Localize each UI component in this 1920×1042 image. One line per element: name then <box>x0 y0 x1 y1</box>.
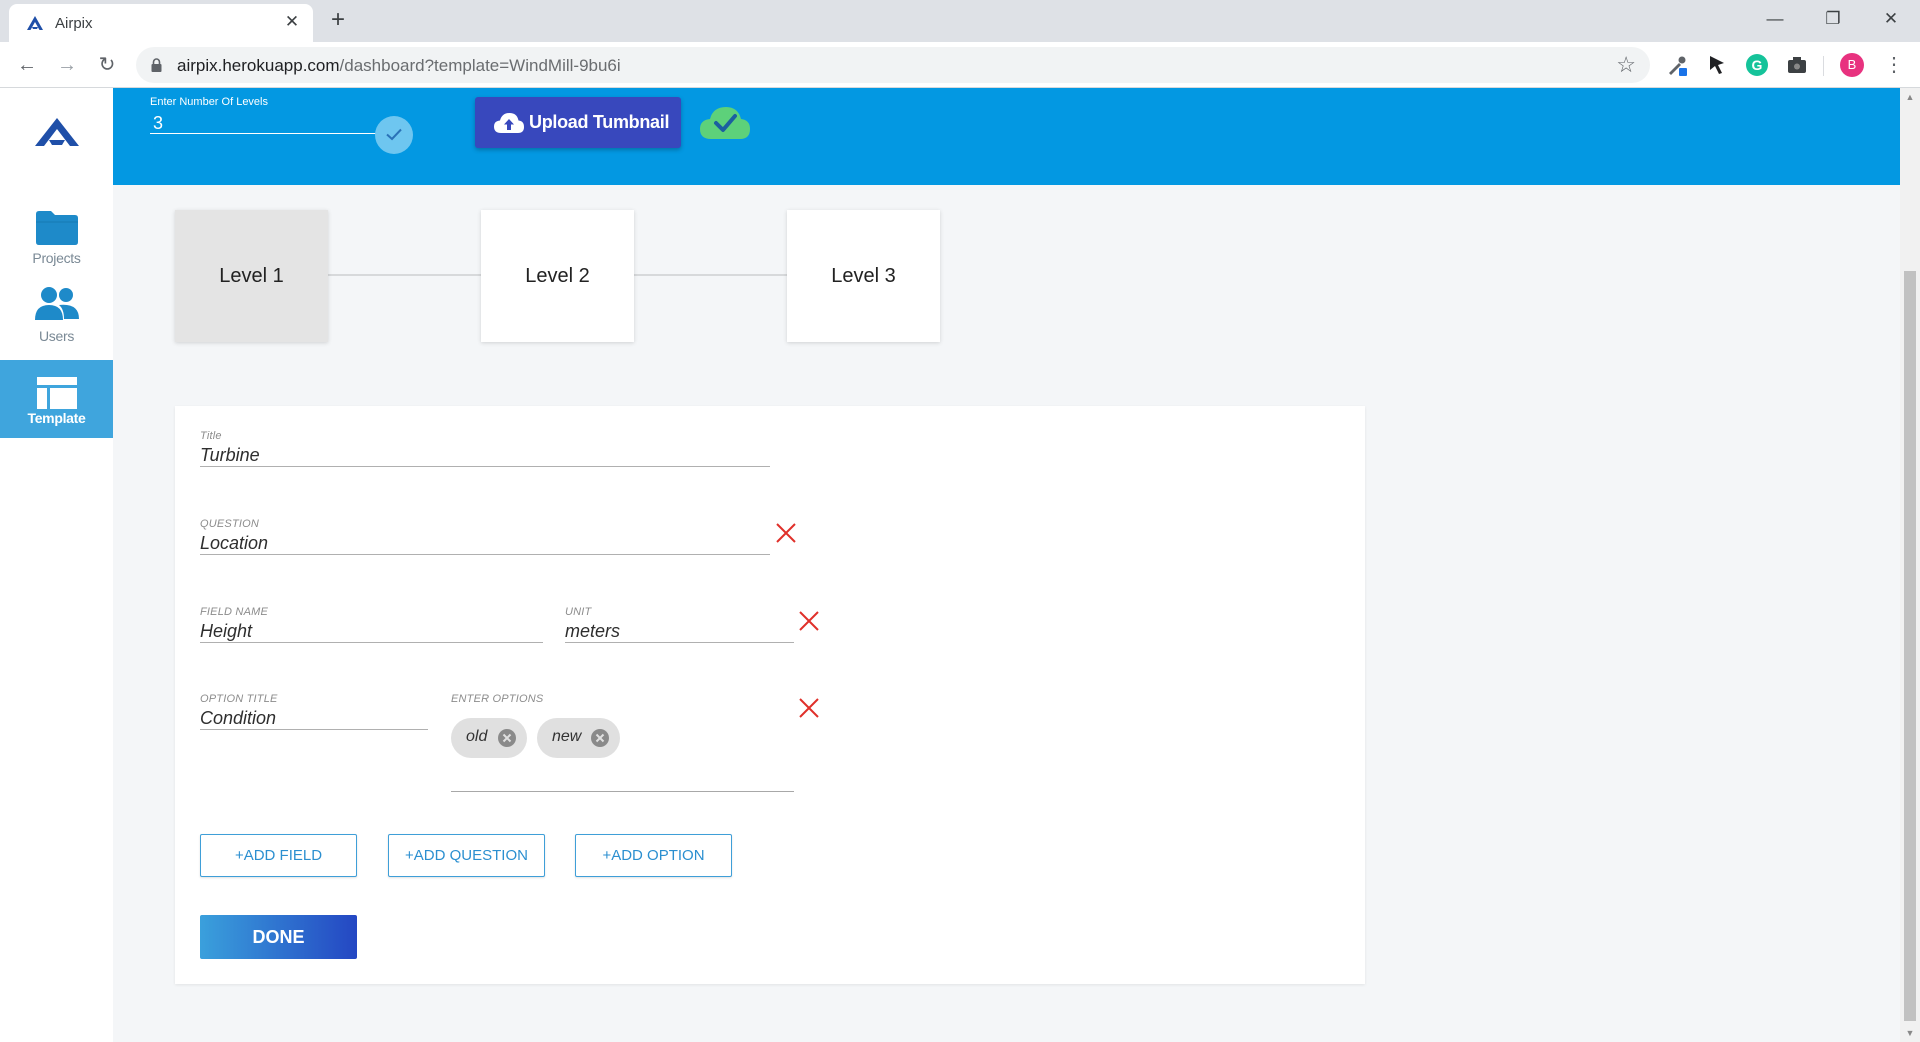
reload-icon[interactable]: ↻ <box>92 50 122 80</box>
url-host: airpix.herokuapp.com <box>177 56 340 75</box>
camera-extension-icon[interactable] <box>1785 53 1809 77</box>
users-icon <box>35 287 79 320</box>
scroll-down-arrow-icon[interactable]: ▼ <box>1903 1027 1917 1039</box>
enter-options-label: ENTER OPTIONS <box>451 693 544 705</box>
option-title-input[interactable]: Condition <box>200 706 428 730</box>
sidebar-item-label: Users <box>38 328 75 344</box>
option-chip-label: new <box>552 728 582 745</box>
sidebar-item-template[interactable]: Template <box>0 360 113 438</box>
level-form-card: Title Turbine QUESTION Location FIELD NA… <box>175 406 1365 984</box>
folder-icon <box>36 211 78 245</box>
toolbar-divider <box>1823 56 1824 76</box>
option-chip: old <box>451 718 527 758</box>
airpix-favicon-icon <box>27 16 43 30</box>
unit-input[interactable]: meters <box>565 619 794 643</box>
upload-thumbnail-button[interactable]: Upload Tumbnail <box>475 97 681 148</box>
confirm-levels-button[interactable] <box>375 116 413 154</box>
cursor-extension-icon[interactable] <box>1705 53 1729 77</box>
add-field-button[interactable]: +ADD FIELD <box>200 834 357 877</box>
app-viewport: Projects Users Template Enter Number Of … <box>0 88 1920 1042</box>
cloud-success-icon <box>700 107 750 139</box>
remove-option-icon[interactable] <box>497 728 517 748</box>
field-name-input[interactable]: Height <box>200 619 543 643</box>
levels-count-label: Enter Number Of Levels <box>150 96 268 108</box>
add-question-button[interactable]: +ADD QUESTION <box>388 834 545 877</box>
sidebar-item-label: Projects <box>32 250 81 266</box>
template-header: Enter Number Of Levels 3 Upload Tumbnail <box>113 88 1900 185</box>
sidebar-item-users[interactable]: Users <box>0 284 113 362</box>
grammarly-icon[interactable]: G <box>1745 53 1769 77</box>
question-label: QUESTION <box>200 518 260 530</box>
forward-icon[interactable]: → <box>52 50 82 80</box>
scroll-up-arrow-icon[interactable]: ▲ <box>1903 91 1917 103</box>
bookmark-star-icon[interactable]: ☆ <box>1616 53 1636 77</box>
url-text: airpix.herokuapp.com/dashboard?template=… <box>177 56 621 76</box>
address-bar[interactable]: airpix.herokuapp.com/dashboard?template=… <box>136 47 1650 83</box>
profile-avatar[interactable]: B <box>1840 53 1864 77</box>
cloud-upload-icon <box>494 113 524 133</box>
level-card-2[interactable]: Level 2 <box>481 210 634 342</box>
options-input[interactable] <box>451 791 794 792</box>
browser-tab[interactable]: Airpix ✕ <box>9 4 313 42</box>
lock-icon <box>151 58 162 72</box>
done-button[interactable]: DONE <box>200 915 357 959</box>
check-icon <box>386 128 402 141</box>
svg-text:G: G <box>1752 57 1763 73</box>
sidebar: Projects Users Template <box>0 88 113 1042</box>
upload-thumbnail-label: Upload Tumbnail <box>529 112 670 132</box>
scrollbar-thumb[interactable] <box>1904 271 1916 1021</box>
level-card-3[interactable]: Level 3 <box>787 210 940 342</box>
sidebar-item-projects[interactable]: Projects <box>0 206 113 284</box>
delete-question-icon[interactable] <box>775 522 797 544</box>
option-chip: new <box>537 718 620 758</box>
sidebar-item-label: Template <box>27 410 86 426</box>
airpix-logo-icon[interactable] <box>35 118 79 146</box>
delete-field-icon[interactable] <box>798 610 820 632</box>
tab-close-icon[interactable]: ✕ <box>281 11 303 33</box>
minimize-icon[interactable]: — <box>1752 3 1798 35</box>
url-path: /dashboard?template=WindMill-9bu6i <box>339 56 621 75</box>
level-connector <box>328 274 481 276</box>
restore-icon[interactable]: ❐ <box>1810 3 1856 35</box>
add-option-button[interactable]: +ADD OPTION <box>575 834 732 877</box>
back-icon[interactable]: ← <box>12 50 42 80</box>
tab-title: Airpix <box>55 15 93 32</box>
new-tab-icon[interactable]: + <box>324 6 352 34</box>
field-name-label: FIELD NAME <box>200 606 269 618</box>
template-icon <box>37 377 77 409</box>
unit-label: UNIT <box>565 606 592 618</box>
browser-toolbar: ← → ↻ airpix.herokuapp.com/dashboard?tem… <box>0 42 1920 88</box>
browser-tabstrip: Airpix ✕ + — ❐ ✕ <box>0 0 1920 42</box>
eyedropper-extension-icon[interactable] <box>1665 53 1689 77</box>
delete-option-group-icon[interactable] <box>798 697 820 719</box>
title-input[interactable]: Turbine <box>200 443 770 467</box>
question-input[interactable]: Location <box>200 531 770 555</box>
option-chip-label: old <box>466 728 488 745</box>
window-close-icon[interactable]: ✕ <box>1868 3 1914 35</box>
level-card-1[interactable]: Level 1 <box>175 210 328 342</box>
remove-option-icon[interactable] <box>590 728 610 748</box>
title-label: Title <box>200 430 222 442</box>
levels-count-input[interactable]: 3 <box>150 113 376 134</box>
browser-menu-icon[interactable]: ⋮ <box>1882 51 1906 79</box>
option-title-label: OPTION TITLE <box>200 693 278 705</box>
level-connector <box>634 274 787 276</box>
